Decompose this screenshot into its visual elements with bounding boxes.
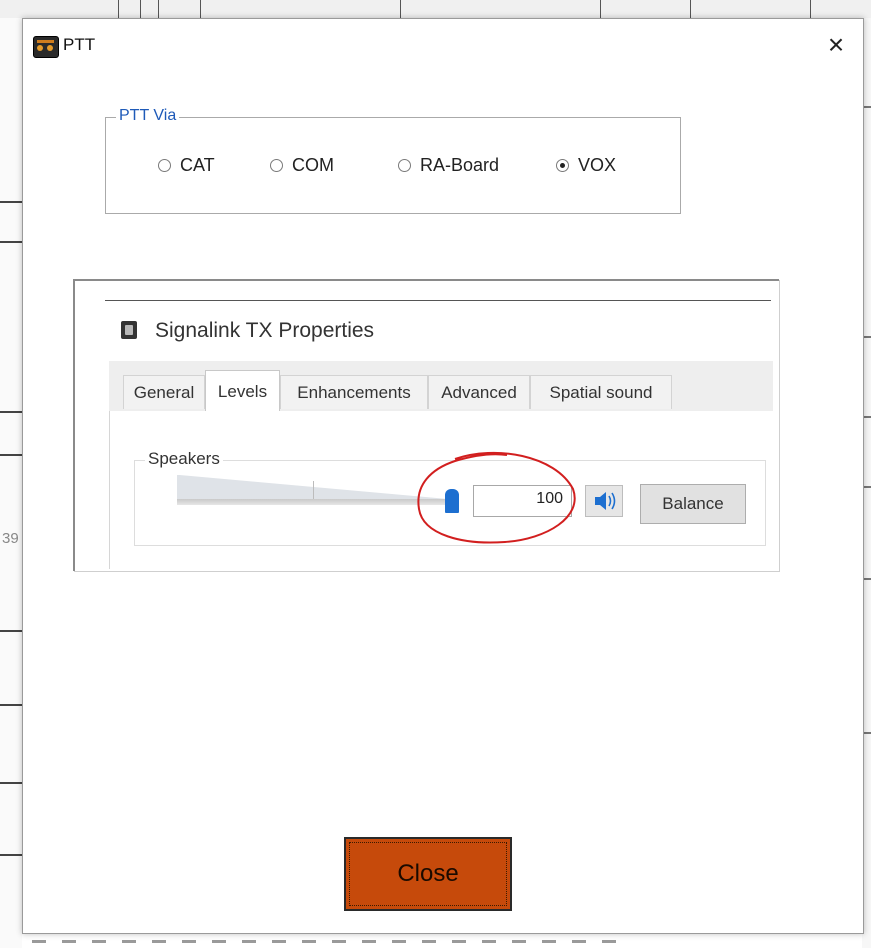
radio-label: VOX <box>578 154 617 175</box>
radio-icon <box>33 36 59 58</box>
volume-slider-tick <box>313 481 314 499</box>
radio-button-icon[interactable] <box>158 158 171 172</box>
title-bar: PTT × <box>23 19 863 71</box>
red-circle-annotation <box>417 452 576 544</box>
properties-title: Signalink TX Properties <box>155 319 375 342</box>
radio-label: COM <box>292 154 334 175</box>
close-icon[interactable]: × <box>819 29 853 63</box>
radio-ra-board[interactable]: RA-Board <box>398 153 499 177</box>
radio-label: RA-Board <box>420 154 500 175</box>
speakers-label: Speakers <box>145 449 223 469</box>
background-bottom-strip <box>22 932 862 948</box>
ptt-dialog: PTT × PTT Via CAT COM RA-Board VOX Signa… <box>22 18 864 934</box>
tab-spatial-sound[interactable]: Spatial sound <box>530 375 672 409</box>
radio-button-icon[interactable] <box>398 158 411 172</box>
tab-general[interactable]: General <box>123 375 205 409</box>
close-button[interactable]: Close <box>344 837 512 911</box>
divider <box>105 300 771 301</box>
speaker-device-icon <box>121 321 137 339</box>
background-toolbar <box>0 0 871 19</box>
background-row-number: 39 <box>2 530 19 547</box>
mute-button[interactable] <box>585 485 623 517</box>
volume-slider-wedge <box>177 475 445 499</box>
ptt-via-group: PTT Via CAT COM RA-Board VOX <box>105 107 681 214</box>
tab-enhancements[interactable]: Enhancements <box>280 375 428 409</box>
speaker-icon <box>595 492 616 510</box>
balance-button[interactable]: Balance <box>640 484 746 524</box>
window-title: PTT <box>63 35 96 54</box>
tab-levels[interactable]: Levels <box>205 370 280 412</box>
radio-com[interactable]: COM <box>270 153 334 177</box>
ptt-via-label: PTT Via <box>116 107 180 125</box>
radio-button-icon[interactable] <box>270 158 283 172</box>
radio-cat[interactable]: CAT <box>158 153 215 177</box>
volume-slider-track[interactable] <box>177 499 445 505</box>
tab-strip: General Levels Enhancements Advanced Spa… <box>109 361 773 412</box>
tab-advanced[interactable]: Advanced <box>428 375 530 409</box>
background-left-column: 39 <box>0 18 22 948</box>
radio-button-selected-icon[interactable] <box>556 158 569 172</box>
ptt-via-options: CAT COM RA-Board VOX <box>106 153 680 177</box>
radio-label: CAT <box>180 154 215 175</box>
radio-vox[interactable]: VOX <box>556 153 616 177</box>
